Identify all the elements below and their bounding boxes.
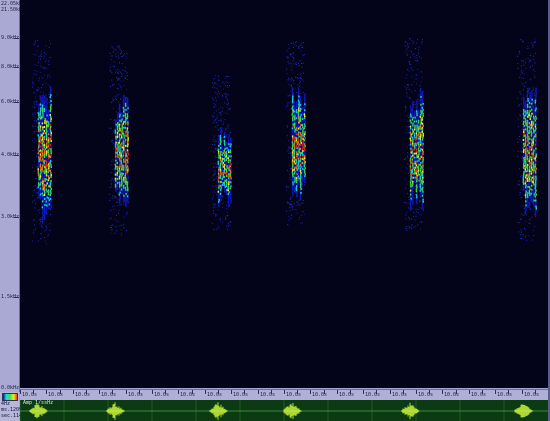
time-tick [33, 390, 34, 394]
time-label: 10.0s [75, 392, 91, 398]
time-tick [60, 390, 61, 394]
spectrogram-canvas [32, 38, 537, 245]
time-tick [178, 390, 179, 394]
call-syllable [517, 38, 537, 241]
time-label: 10.0s [207, 392, 223, 398]
time-tick [231, 390, 232, 394]
freq-tick [14, 297, 19, 298]
time-tick [469, 390, 470, 394]
waveform-panel[interactable]: Amp 1/ssHz [20, 400, 548, 421]
time-tick [390, 390, 391, 394]
time-label: 10.0s [154, 392, 170, 398]
time-tick [271, 390, 272, 394]
time-tick [258, 390, 259, 394]
call-syllable [32, 40, 52, 245]
freq-tick [14, 38, 19, 39]
time-tick [297, 390, 298, 394]
time-tick [429, 390, 430, 394]
freq-tick [14, 217, 19, 218]
time-tick [284, 390, 285, 394]
call-syllable [212, 75, 232, 231]
time-label: 10.0s [418, 392, 434, 398]
status-panel: 4Hz ms.12097 sec.11497 [0, 392, 28, 421]
time-label: 10.0s [339, 392, 355, 398]
time-tick [112, 390, 113, 394]
frequency-axis: 22.05kHz 21.50kHz 9.0kHz 8.0kHz 6.0kHz 4… [0, 0, 25, 392]
waveform-canvas [20, 400, 548, 421]
time-label: 10.0s [392, 392, 408, 398]
color-palette-icon[interactable] [2, 393, 18, 401]
time-tick [363, 390, 364, 394]
time-tick [218, 390, 219, 394]
time-tick [350, 390, 351, 394]
time-tick [456, 390, 457, 394]
time-tick [139, 390, 140, 394]
time-tick [324, 390, 325, 394]
time-label: 10.0s [260, 392, 276, 398]
time-label: 10.0s [497, 392, 513, 398]
time-tick [376, 390, 377, 394]
time-tick [165, 390, 166, 394]
freq-tick [14, 67, 19, 68]
time-tick [535, 390, 536, 394]
time-tick [522, 390, 523, 394]
spectrogram-window: 22.05kHz 21.50kHz 9.0kHz 8.0kHz 6.0kHz 4… [0, 0, 550, 421]
time-tick [495, 390, 496, 394]
freq-label-0: 0.0kHz [1, 385, 20, 391]
time-tick [337, 390, 338, 394]
time-tick [73, 390, 74, 394]
time-tick [20, 390, 21, 394]
call-syllable [109, 45, 129, 236]
freq-tick [14, 155, 19, 156]
time-tick [86, 390, 87, 394]
time-tick [126, 390, 127, 394]
time-label: 10.0s [286, 392, 302, 398]
call-syllable [286, 41, 306, 226]
time-tick [192, 390, 193, 394]
time-label: 10.0s [524, 392, 540, 398]
time-tick [482, 390, 483, 394]
spectrogram-view[interactable] [20, 0, 548, 388]
freq-tick [14, 102, 19, 103]
time-label: 10.0s [128, 392, 144, 398]
time-tick [46, 390, 47, 394]
time-label: 10.0s [233, 392, 249, 398]
time-tick [152, 390, 153, 394]
time-label: 10.0s [22, 392, 38, 398]
time-label: 10.0s [471, 392, 487, 398]
time-ruler[interactable]: 10.0s 10.0s 10.0s 10.0s 10.0s 10.0s 10.0s 10.0s… [20, 389, 548, 400]
time-tick [310, 390, 311, 394]
waveform-channel-label: Amp 1/ssHz [23, 400, 54, 406]
time-tick [508, 390, 509, 394]
time-label: 10.0s [101, 392, 117, 398]
call-syllable [404, 38, 424, 231]
time-tick [442, 390, 443, 394]
time-tick [416, 390, 417, 394]
time-tick [244, 390, 245, 394]
time-tick [99, 390, 100, 394]
time-tick [403, 390, 404, 394]
time-label: 10.0s [365, 392, 381, 398]
time-tick [205, 390, 206, 394]
